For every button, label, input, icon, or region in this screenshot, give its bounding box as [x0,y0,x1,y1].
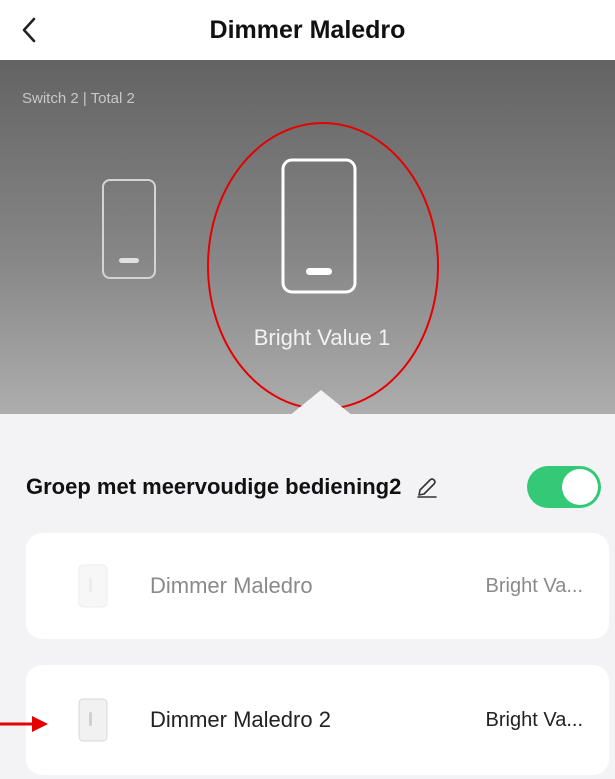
switch-info: Switch 2 | Total 2 [22,90,135,107]
switch-selector: Switch 2 | Total 2 Bright Value 1 [0,60,615,414]
pencil-icon [417,478,438,498]
annotation-arrow-icon [0,716,48,732]
switch-device-icon [78,564,108,608]
device-name: Dimmer Maledro 2 [150,707,331,732]
group-title: Groep met meervoudige bediening2 [26,474,402,499]
toggle-knob [562,469,598,505]
device-card[interactable]: Dimmer Maledro Bright Va... [26,533,609,639]
device-value: Bright Va... [485,574,583,597]
device-name: Dimmer Maledro [150,573,313,598]
device-value: Bright Va... [485,708,583,731]
device-card[interactable]: Dimmer Maledro 2 Bright Va... [26,665,609,775]
selection-pointer [291,390,351,414]
switch-1-icon[interactable] [101,178,157,280]
back-button[interactable] [14,10,44,50]
selected-switch-label: Bright Value 1 [253,325,391,350]
page-title: Dimmer Maledro [209,15,406,44]
top-bar: Dimmer Maledro [0,0,615,60]
group-header: Groep met meervoudige bediening2 [26,462,601,512]
switch-2-icon[interactable] [281,158,357,294]
chevron-left-icon [22,17,36,43]
edit-group-button[interactable] [414,474,440,500]
group-toggle[interactable] [527,466,601,508]
switch-device-icon [78,698,108,742]
